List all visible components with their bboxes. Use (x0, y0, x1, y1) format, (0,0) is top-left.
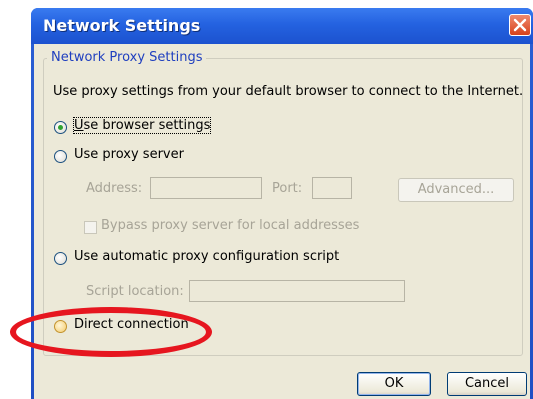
auto-proxy-script-label[interactable]: Use automatic proxy configuration script (74, 249, 339, 264)
group-description: Use proxy settings from your default bro… (53, 84, 524, 99)
proxy-server-radio[interactable] (54, 150, 67, 163)
close-x-icon (513, 18, 527, 32)
proxy-settings-group (43, 58, 523, 356)
script-location-label: Script location: (86, 284, 184, 299)
port-label: Port: (272, 181, 303, 196)
advanced-button[interactable]: Advanced... (398, 178, 514, 202)
browser-settings-label-text: se browser settings (83, 118, 211, 133)
network-settings-dialog: Network Settings Network Proxy Settings … (31, 8, 533, 399)
direct-connection-radio[interactable] (54, 320, 67, 333)
script-location-input[interactable] (189, 280, 405, 302)
address-label: Address: (86, 181, 143, 196)
close-button[interactable] (509, 14, 531, 36)
address-input[interactable] (150, 177, 262, 199)
port-input[interactable] (312, 177, 352, 199)
auto-proxy-script-radio[interactable] (54, 252, 67, 265)
browser-settings-radio[interactable] (54, 121, 67, 134)
direct-connection-label[interactable]: Direct connection (74, 317, 189, 332)
bypass-checkbox[interactable] (84, 221, 97, 234)
group-label: Network Proxy Settings (47, 50, 207, 65)
title-bar[interactable]: Network Settings (31, 8, 533, 44)
bypass-label: Bypass proxy server for local addresses (101, 218, 360, 233)
dialog-body: Network Proxy Settings Use proxy setting… (34, 44, 530, 399)
ok-button[interactable]: OK (357, 372, 431, 396)
dialog-title: Network Settings (43, 16, 201, 35)
browser-settings-label[interactable]: Use browser settings (72, 117, 212, 134)
cancel-button[interactable]: Cancel (447, 372, 527, 396)
proxy-server-label[interactable]: Use proxy server (74, 147, 184, 162)
